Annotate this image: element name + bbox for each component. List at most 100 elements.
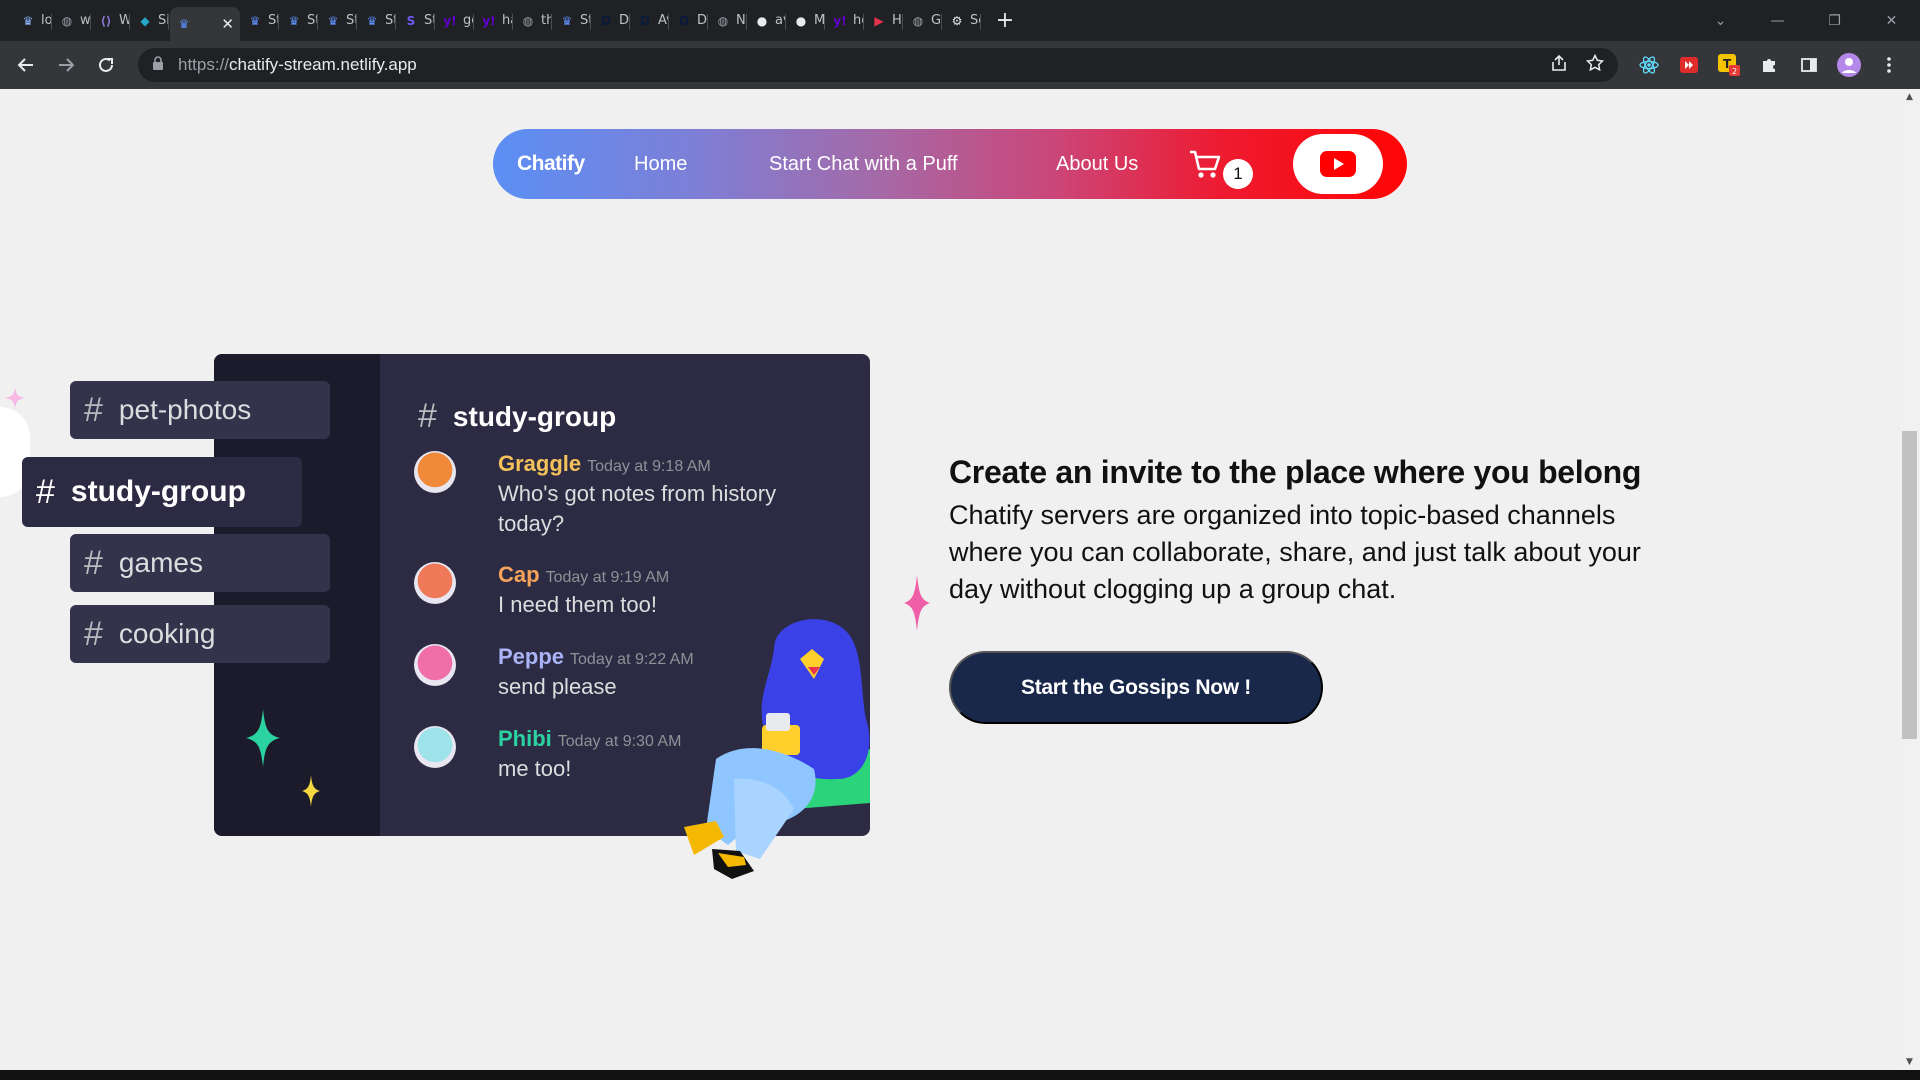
browser-toolbar: https://chatify-stream.netlify.app T2 [0,41,1920,89]
share-icon[interactable] [1550,54,1568,77]
s-icon: S [406,13,416,28]
browser-tab[interactable]: y! ho [826,6,864,36]
tab-title: Str [580,13,591,28]
scroll-down-icon[interactable]: ▼ [1906,1057,1913,1067]
tab-title: ho [853,13,864,28]
svg-text:2: 2 [1732,67,1737,76]
tab-search-button[interactable]: ⌄ [1692,13,1749,29]
cart-icon[interactable] [1188,147,1222,181]
scroll-up-icon[interactable]: ▲ [1906,92,1913,102]
tab-title: M [814,13,825,28]
profile-avatar[interactable] [1836,52,1862,78]
tab-title: ha [502,13,513,28]
tab-title: Str [385,13,396,28]
browser-tab[interactable]: ◍ th [514,6,552,36]
browser-tab[interactable]: ♛ Str [319,6,357,36]
video-extension-icon[interactable] [1676,52,1702,78]
tampermonkey-icon[interactable]: T2 [1716,52,1742,78]
d-icon: D [640,13,650,28]
new-tab-button[interactable]: + [990,8,1020,33]
maximize-button[interactable]: ❐ [1806,13,1863,29]
taskbar-edge [0,1070,1920,1080]
browser-tab[interactable]: ♛ Str [241,6,279,36]
browser-tab[interactable]: D De [592,6,630,36]
browser-tab[interactable]: ⟨⟩ W [92,6,130,36]
crown-icon: ♛ [561,13,573,28]
nav-link-home[interactable]: Home [634,153,687,176]
globe-icon: ◍ [717,13,729,28]
bookmark-star-icon[interactable] [1585,53,1605,77]
browser-tab[interactable]: ● av [748,6,786,36]
browser-tab[interactable]: ◍ Gi [904,6,942,36]
message-author: Cap [498,562,540,587]
tab-title: W [119,13,130,28]
github-icon: ● [756,13,768,28]
youtube-icon [1320,151,1356,177]
url-host: chatify-stream.netlify.app [229,55,417,74]
channel-chip: # pet-photos [70,381,330,439]
sparkle-icon [4,387,26,409]
message-author: Peppe [498,644,565,669]
sparkle-icon [246,709,280,767]
arrow-left-icon [17,58,33,72]
scrollbar-thumb[interactable] [1902,431,1917,739]
extensions-bar: T2 [1636,48,1902,82]
browser-tab[interactable]: ⚙ Se [943,6,981,36]
brackets-icon: ⟨⟩ [100,13,112,28]
message-author: Phibi [498,726,552,751]
browser-tab[interactable]: ◆ Sit [131,6,169,36]
start-gossips-button[interactable]: Start the Gossips Now ! [949,651,1323,724]
forward-button[interactable] [46,45,86,85]
d-icon: D [601,13,611,28]
sparkle-icon [904,575,930,631]
kebab-menu-icon[interactable] [1876,52,1902,78]
brand-logo[interactable]: Chatify [517,152,585,176]
avatar [414,451,456,493]
character-illustration [684,619,870,879]
channel-name: cooking [118,618,216,649]
browser-tab[interactable]: y! ge [436,6,474,36]
message-time: Today at 9:18 AM [587,458,711,475]
channel-chip: # cooking [70,605,330,663]
youtube-button[interactable] [1293,134,1383,194]
close-window-button[interactable]: ✕ [1863,13,1920,29]
reload-button[interactable] [86,45,126,85]
crown-icon: ♛ [288,13,300,28]
puzzle-icon[interactable] [1756,52,1782,78]
browser-tab[interactable]: D De [670,6,708,36]
tab-title: th [541,13,552,28]
back-button[interactable] [6,45,46,85]
globe-icon: ◍ [522,13,534,28]
nav-link-about-us[interactable]: About Us [1056,153,1138,176]
message-time: Today at 9:19 AM [545,569,670,586]
browser-tab[interactable]: y! ha [475,6,513,36]
minimize-button[interactable]: — [1749,13,1806,29]
channel-name: study-group [70,475,246,508]
tab-title: Ho [892,13,903,28]
browser-tab[interactable]: ♛ Str [553,6,591,36]
browser-tab[interactable]: ● M [787,6,825,36]
browser-tab[interactable]: S Str [397,6,435,36]
yahoo-icon: y! [833,13,847,28]
side-panel-icon[interactable] [1796,52,1822,78]
hash-icon: # [84,614,103,653]
nav-link-start-chat[interactable]: Start Chat with a Puff [769,153,958,176]
browser-tab[interactable]: ♛ Str [358,6,396,36]
address-bar[interactable]: https://chatify-stream.netlify.app [138,48,1618,82]
browser-tab[interactable]: ♛ Str [280,6,318,36]
browser-tab[interactable]: ▶ Ho [865,6,903,36]
window-controls: ⌄ — ❐ ✕ [1692,0,1920,41]
browser-tab[interactable]: ◍ wv [53,6,91,36]
reload-icon [99,57,113,72]
sparkle-icon [302,775,320,807]
crown-icon: ♛ [178,17,190,31]
react-devtools-icon[interactable] [1636,52,1662,78]
gear-icon: ⚙ [951,13,963,28]
browser-tab[interactable]: ♛ lo [14,6,52,36]
tab-close-icon[interactable]: ✕ [221,15,234,33]
browser-tab[interactable]: D Av [631,6,669,36]
tab-active[interactable]: ♛ ✕ [170,7,240,41]
page-scrollbar[interactable]: ▲ ▼ [1900,89,1920,1070]
browser-tab[interactable]: ◍ Ne [709,6,747,36]
tab-title: ge [463,13,474,28]
